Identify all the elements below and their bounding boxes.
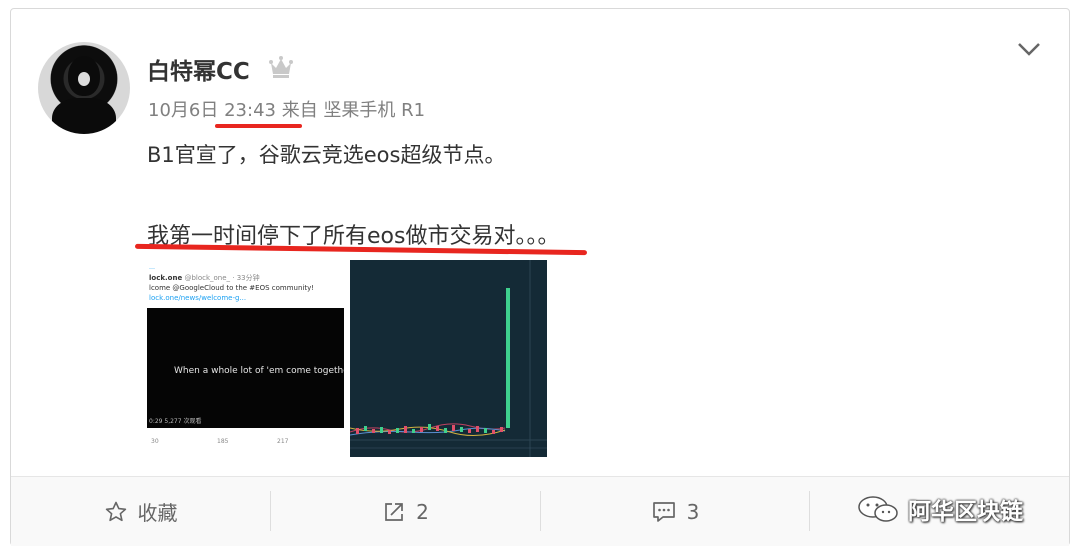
image-thumbnail-tweet[interactable]: … lock.one @block_one_ · 33分钟 lcome @Goo… — [147, 260, 344, 457]
star-icon — [105, 501, 126, 521]
candlestick-chart-image — [350, 260, 547, 457]
crown-icon — [269, 56, 293, 78]
chevron-down-icon[interactable] — [1014, 38, 1044, 60]
tweet-like-count: 217 — [277, 438, 289, 445]
image-thumbnail-chart[interactable] — [350, 260, 547, 457]
favorite-button[interactable]: 收藏 — [11, 477, 270, 546]
post-meta: 10月6日 23:43 来自 坚果手机 R1 — [148, 96, 425, 122]
red-annotation-underline — [215, 124, 302, 128]
wechat-icon — [858, 496, 898, 522]
tweet-reply-count: 30 — [151, 438, 159, 445]
tweet-handle: @block_one_ · 33分钟 — [184, 274, 260, 282]
favorite-label: 收藏 — [137, 501, 178, 525]
comment-count: 3 — [686, 499, 700, 524]
post-source: 来自 坚果手机 R1 — [281, 100, 426, 121]
video-time: 0:29 5,277 次观看 — [149, 418, 202, 425]
username[interactable]: 白特幂CC — [147, 52, 250, 86]
share-count: 2 — [416, 499, 429, 524]
video-caption: When a whole lot of 'em come together — [174, 366, 344, 376]
avatar[interactable] — [38, 42, 130, 134]
post-date[interactable]: 10月6日 — [148, 100, 218, 121]
tweet-header: … lock.one @block_one_ · 33分钟 lcome @Goo… — [147, 260, 344, 308]
tweet-text: lcome @GoogleCloud to the #EOS community… — [149, 284, 315, 292]
tweet-video: When a whole lot of 'em come together 0:… — [147, 308, 344, 428]
share-button[interactable]: 2 — [271, 477, 540, 546]
comment-button[interactable]: 3 — [541, 477, 809, 546]
tweet-actions: 30 185 217 — [147, 428, 344, 457]
tweet-retweet-count: 185 — [217, 438, 229, 445]
post-time[interactable]: 23:43 — [224, 100, 276, 121]
tweet-link: lock.one/news/welcome-g... — [149, 294, 247, 302]
share-icon — [385, 502, 403, 521]
comment-icon — [652, 501, 675, 522]
watermark-text: 阿华区块链 — [908, 499, 1023, 525]
post-text-line1: B1官宣了，谷歌云竞选eos超级节点。 — [147, 143, 506, 167]
tweet-account: lock.one — [149, 274, 183, 282]
